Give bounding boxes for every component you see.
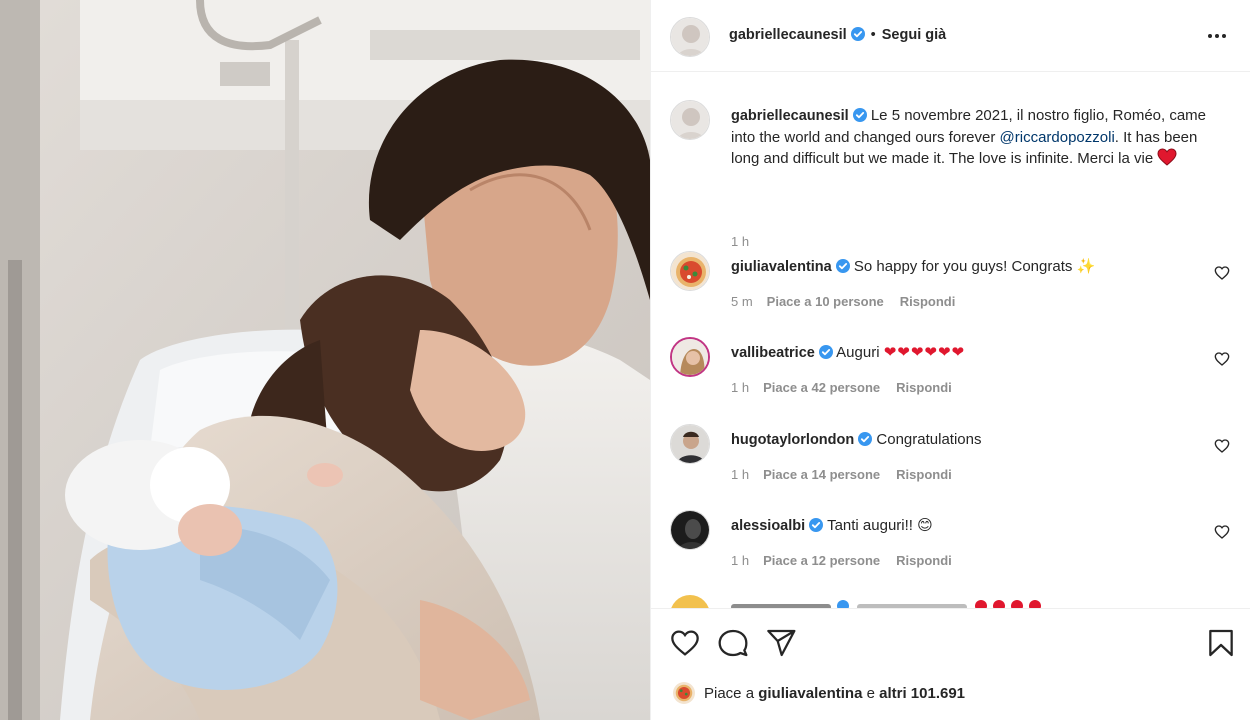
caption-timestamp[interactable]: 1 h [731,234,749,249]
likes-text: Piace a giuliavalentina e altri 101.691 [704,685,965,702]
header-line: gabriellecaunesil • Segui già [729,27,946,43]
comment-text: Auguri [836,344,880,361]
verified-icon [850,27,865,41]
comment-reply-button[interactable]: Rispondi [896,380,952,395]
author-avatar[interactable] [670,17,710,57]
liker-avatar [673,682,695,704]
comment-timestamp[interactable]: 1 h [731,380,749,395]
comment-like-heart-icon[interactable] [1214,351,1230,367]
verified-icon [809,518,824,532]
comment-avatar[interactable] [670,510,710,550]
comment-text: Tanti auguri!! [827,517,913,534]
likes-middle: e [866,685,875,702]
comment-emoji: ❤❤❤❤❤❤ [883,344,966,361]
post-photo[interactable] [0,0,650,720]
comment-emoji: ✨ [1076,258,1096,275]
comment-text: So happy for you guys! Congrats [853,258,1073,275]
comment-avatar[interactable] [670,337,710,377]
comment-body: alessioalbi Tanti auguri!! 😊 [731,515,1211,537]
comment-like-heart-icon[interactable] [1214,524,1230,540]
like-heart-icon[interactable] [669,627,701,659]
more-options-icon[interactable] [1205,27,1229,45]
post-actions-bar: Piace a giuliavalentina e altri 101.691 [651,608,1250,720]
verified-icon [858,432,873,446]
comment-text: Congratulations [876,431,982,448]
caption-username[interactable]: gabriellecaunesil [731,108,849,124]
comment-meta: 5 m Piace a 10 persone Rispondi [731,294,971,309]
comment-body: vallibeatrice Auguri ❤❤❤❤❤❤ [731,342,1211,364]
caption-text-block: gabriellecaunesil Le 5 novembre 2021, il… [731,105,1226,172]
comment-item-partial [651,595,1250,608]
header-separator: • [870,27,876,43]
comment-avatar[interactable] [670,251,710,291]
comment-like-heart-icon[interactable] [1214,265,1230,281]
post-header: gabriellecaunesil • Segui già [651,0,1250,72]
comment-body: giuliavalentina So happy for you guys! C… [731,256,1211,278]
comment-meta: 1 h Piace a 42 persone Rispondi [731,380,968,395]
comment-username[interactable]: alessioalbi [731,518,805,534]
verified-icon [852,108,867,122]
author-username[interactable]: gabriellecaunesil [729,27,847,43]
caption-meta: 1 h [731,234,763,249]
partial-comment-fragment [671,595,1041,608]
comment-body: hugotaylorlondon Congratulations [731,429,1211,451]
comment-username[interactable]: giuliavalentina [731,259,832,275]
caption-mention-link[interactable]: @riccardopozzoli [1000,129,1115,146]
following-button[interactable]: Segui già [882,27,946,43]
likes-prefix: Piace a [704,685,755,702]
comment-username[interactable]: hugotaylorlondon [731,432,854,448]
likes-user-link[interactable]: giuliavalentina [758,685,862,702]
comment-reply-button[interactable]: Rispondi [896,553,952,568]
comment-likes-count[interactable]: Piace a 14 persone [763,467,880,482]
verified-icon [835,259,850,273]
comment-meta: 1 h Piace a 12 persone Rispondi [731,553,968,568]
comment-likes-count[interactable]: Piace a 12 persone [763,553,880,568]
comment-likes-count[interactable]: Piace a 10 persone [767,294,884,309]
comment-avatar[interactable] [670,424,710,464]
comment-timestamp[interactable]: 1 h [731,467,749,482]
comment-like-heart-icon[interactable] [1214,438,1230,454]
comment-reply-button[interactable]: Rispondi [900,294,956,309]
comment-timestamp[interactable]: 1 h [731,553,749,568]
comment-likes-count[interactable]: Piace a 42 persone [763,380,880,395]
comment-icon[interactable] [717,627,749,659]
likes-others-link[interactable]: altri 101.691 [879,685,965,702]
caption-author-avatar[interactable] [670,100,710,140]
post-photo-image [0,0,650,720]
comments-list[interactable]: gabriellecaunesil Le 5 novembre 2021, il… [651,73,1250,608]
comment-timestamp[interactable]: 5 m [731,294,753,309]
comment-reply-button[interactable]: Rispondi [896,467,952,482]
red-heart-emoji-icon [1157,148,1177,172]
verified-icon [818,345,833,359]
post-side-panel: gabriellecaunesil • Segui già gabriellecau… [650,0,1250,720]
share-icon[interactable] [765,627,797,659]
comment-meta: 1 h Piace a 14 persone Rispondi [731,467,968,482]
comment-username[interactable]: vallibeatrice [731,345,815,361]
bookmark-icon[interactable] [1205,627,1237,659]
comment-emoji: 😊 [917,517,933,534]
